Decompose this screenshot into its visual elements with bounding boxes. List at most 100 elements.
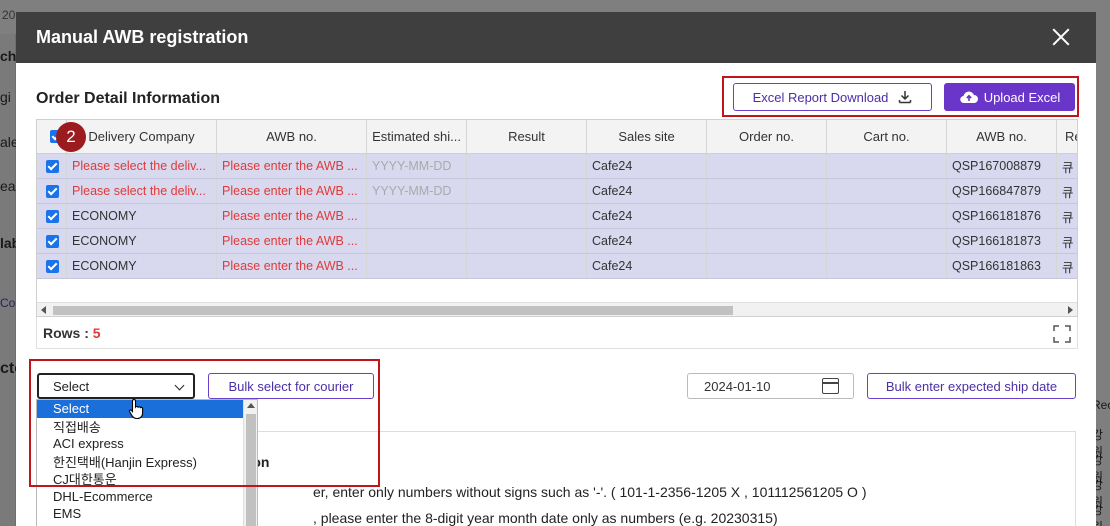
scroll-up-icon[interactable]	[247, 403, 255, 408]
order-grid: Delivery Company AWB no. Estimated shi..…	[36, 119, 1078, 317]
table-row[interactable]: ECONOMY Please enter the AWB ... Cafe24 QSP…	[37, 204, 1077, 229]
table-cell[interactable]	[707, 154, 827, 178]
column-header[interactable]: Sales site	[587, 120, 707, 153]
calendar-icon[interactable]	[822, 378, 839, 394]
column-header[interactable]: Re	[1057, 120, 1077, 153]
table-cell[interactable]	[467, 229, 587, 253]
table-cell[interactable]	[707, 204, 827, 228]
table-cell[interactable]: Cafe24	[587, 154, 707, 178]
courier-dropdown-list[interactable]: Select 직접배송 ACI express 한진택배(Hanjin Express…	[36, 399, 258, 526]
dropdown-scroll-thumb[interactable]	[246, 414, 256, 526]
table-cell[interactable]	[467, 154, 587, 178]
row-checkbox[interactable]	[46, 234, 59, 248]
dropdown-option[interactable]: DHL-Ecommerce	[37, 488, 257, 506]
table-cell[interactable]: QSP166181873	[947, 229, 1057, 253]
upload-excel-button[interactable]: Upload Excel	[944, 83, 1075, 111]
scroll-left-icon[interactable]	[41, 306, 46, 314]
courier-select-value: Select	[53, 378, 90, 394]
table-cell[interactable]: Cafe24	[587, 204, 707, 228]
table-cell[interactable]: Please enter the AWB ...	[217, 154, 367, 178]
dropdown-option[interactable]: 한진택배(Hanjin Express)	[37, 453, 257, 471]
table-cell[interactable]	[707, 179, 827, 203]
row-checkbox[interactable]	[46, 184, 59, 198]
table-cell[interactable]: Cafe24	[587, 179, 707, 203]
table-cell[interactable]	[827, 229, 947, 253]
row-checkbox-cell[interactable]	[37, 254, 67, 278]
rows-bar: Rows : 5	[36, 317, 1078, 349]
column-header[interactable]: Cart no.	[827, 120, 947, 153]
table-cell[interactable]: YYYY-MM-DD	[367, 154, 467, 178]
column-header[interactable]: Result	[467, 120, 587, 153]
bulk-enter-ship-date-button[interactable]: Bulk enter expected ship date	[867, 373, 1076, 399]
date-value: 2024-01-10	[704, 378, 771, 394]
row-checkbox[interactable]	[46, 259, 59, 273]
table-cell[interactable]: QSP166181863	[947, 254, 1057, 278]
table-cell[interactable]: Cafe24	[587, 229, 707, 253]
column-header[interactable]: AWB no.	[217, 120, 367, 153]
row-checkbox-cell[interactable]	[37, 229, 67, 253]
scroll-right-icon[interactable]	[1068, 306, 1073, 314]
table-cell[interactable]	[467, 179, 587, 203]
table-cell[interactable]: 큐	[1057, 204, 1077, 228]
table-cell[interactable]	[707, 229, 827, 253]
table-cell[interactable]: Please select the deliv...	[67, 179, 217, 203]
table-cell[interactable]: Please enter the AWB ...	[217, 204, 367, 228]
table-cell[interactable]: ECONOMY	[67, 204, 217, 228]
table-cell[interactable]: 큐	[1057, 254, 1077, 278]
table-cell[interactable]	[827, 254, 947, 278]
expand-icon[interactable]	[1053, 325, 1071, 343]
table-cell[interactable]	[467, 254, 587, 278]
column-header[interactable]: AWB no.	[947, 120, 1057, 153]
table-cell[interactable]	[367, 229, 467, 253]
column-header[interactable]: Estimated shi...	[367, 120, 467, 153]
excel-report-download-button[interactable]: Excel Report Download	[733, 83, 932, 111]
expected-ship-date-input[interactable]: 2024-01-10	[687, 373, 854, 399]
bulk-select-courier-button[interactable]: Bulk select for courier	[208, 373, 374, 399]
row-checkbox-cell[interactable]	[37, 179, 67, 203]
courier-select[interactable]: Select	[37, 373, 195, 399]
table-cell[interactable]	[827, 154, 947, 178]
upload-excel-label: Upload Excel	[983, 89, 1061, 105]
dropdown-option[interactable]: Select	[37, 400, 257, 418]
table-row[interactable]: ECONOMY Please enter the AWB ... Cafe24 QSP…	[37, 229, 1077, 254]
table-cell[interactable]: ECONOMY	[67, 229, 217, 253]
table-cell[interactable]: YYYY-MM-DD	[367, 179, 467, 203]
scroll-thumb[interactable]	[53, 306, 733, 315]
table-row[interactable]: Please select the deliv... Please enter t…	[37, 154, 1077, 179]
table-cell[interactable]: QSP166847879	[947, 179, 1057, 203]
table-cell[interactable]: 큐	[1057, 154, 1077, 178]
table-cell[interactable]: Please enter the AWB ...	[217, 179, 367, 203]
table-row[interactable]: Please select the deliv... Please enter t…	[37, 179, 1077, 204]
table-cell[interactable]: 큐	[1057, 179, 1077, 203]
dropdown-option[interactable]: ACI express	[37, 435, 257, 453]
row-checkbox[interactable]	[46, 209, 59, 223]
table-cell[interactable]	[827, 179, 947, 203]
column-header[interactable]: Order no.	[707, 120, 827, 153]
grid-horizontal-scrollbar[interactable]	[37, 302, 1077, 316]
row-checkbox[interactable]	[46, 159, 59, 173]
excel-download-label: Excel Report Download	[752, 89, 889, 105]
table-cell[interactable]: Please enter the AWB ...	[217, 229, 367, 253]
close-icon[interactable]	[1046, 22, 1076, 52]
table-cell[interactable]	[367, 254, 467, 278]
dropdown-option[interactable]: 직접배송	[37, 418, 257, 436]
row-checkbox-cell[interactable]	[37, 204, 67, 228]
table-cell[interactable]	[467, 204, 587, 228]
table-cell[interactable]: Please enter the AWB ...	[217, 254, 367, 278]
column-header[interactable]: Delivery Company	[67, 120, 217, 153]
dropdown-option[interactable]: CJ대한통운	[37, 470, 257, 488]
table-cell[interactable]: ECONOMY	[67, 254, 217, 278]
table-row[interactable]: ECONOMY Please enter the AWB ... Cafe24 QSP…	[37, 254, 1077, 279]
table-cell[interactable]	[367, 204, 467, 228]
table-cell[interactable]	[827, 204, 947, 228]
table-cell[interactable]	[707, 254, 827, 278]
table-cell[interactable]: Please select the deliv...	[67, 154, 217, 178]
table-cell[interactable]: Cafe24	[587, 254, 707, 278]
table-cell[interactable]: 큐	[1057, 229, 1077, 253]
dropdown-option[interactable]: Fedex	[37, 523, 257, 526]
table-cell[interactable]: QSP167008879	[947, 154, 1057, 178]
table-cell[interactable]: QSP166181876	[947, 204, 1057, 228]
row-checkbox-cell[interactable]	[37, 154, 67, 178]
dropdown-option[interactable]: EMS	[37, 505, 257, 523]
dropdown-scrollbar[interactable]	[243, 400, 257, 526]
